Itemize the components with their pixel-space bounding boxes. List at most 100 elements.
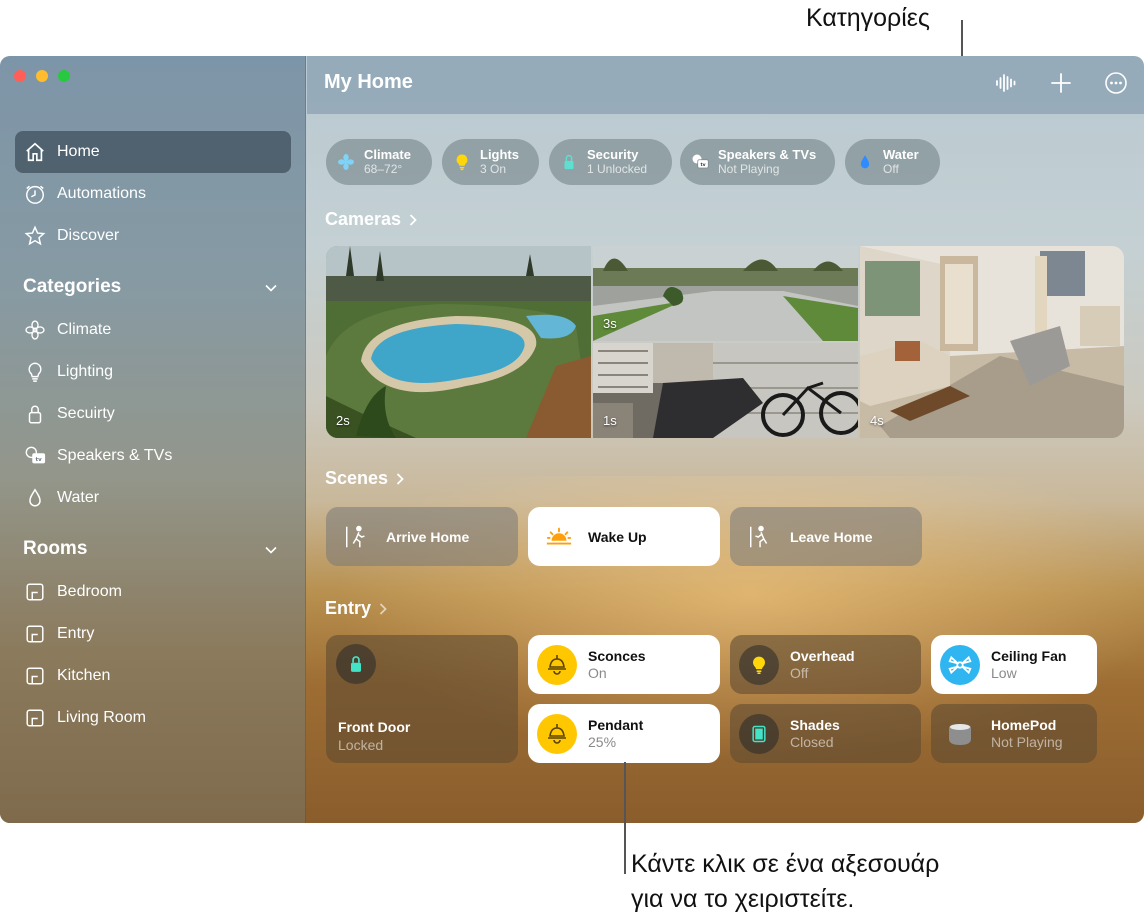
scene-arrive-home-button[interactable]: Arrive Home xyxy=(326,507,518,566)
sidebar-item-climate[interactable]: Climate xyxy=(15,309,291,351)
lightbulb-icon xyxy=(23,360,47,384)
status-pill-climate[interactable]: Climate 68–72° xyxy=(326,139,432,185)
accessory-tile-pendant[interactable]: Pendant 25% xyxy=(528,704,720,763)
house-icon xyxy=(23,140,47,164)
room-icon xyxy=(23,664,47,688)
lightbulb-icon xyxy=(739,644,779,685)
camera-feed-backyard[interactable]: 2s xyxy=(326,246,591,438)
pill-text: Speakers & TVs Not Playing xyxy=(718,147,816,177)
camera-feed-living-room[interactable]: 4s xyxy=(860,246,1124,438)
intercom-waveform-icon xyxy=(996,74,1016,92)
sidebar-item-bedroom[interactable]: Bedroom xyxy=(15,571,291,613)
sidebar-item-label: Home xyxy=(57,143,100,160)
scene-leave-home-button[interactable]: Leave Home xyxy=(730,507,922,566)
status-pill-speakers-tvs[interactable]: tv Speakers & TVs Not Playing xyxy=(680,139,835,185)
more-button[interactable] xyxy=(1103,70,1129,96)
sidebar-item-living-room[interactable]: Living Room xyxy=(15,697,291,739)
sidebar: Home Automations Discover Categories Cli… xyxy=(0,56,306,823)
drop-icon xyxy=(23,486,47,510)
accessory-tile-sconces[interactable]: Sconces On xyxy=(528,635,720,694)
rooms-heading[interactable]: Rooms xyxy=(23,538,87,560)
sidebar-item-automations[interactable]: Automations xyxy=(15,173,291,215)
add-button[interactable] xyxy=(1048,70,1074,96)
sidebar-item-water[interactable]: Water xyxy=(15,477,291,519)
accessory-text: Ceiling Fan Low xyxy=(991,648,1066,682)
lock-icon xyxy=(560,153,578,171)
sidebar-item-label: Climate xyxy=(57,321,112,338)
accessory-name: HomePod xyxy=(991,716,1057,733)
light-fixture-icon xyxy=(537,644,577,685)
lightbulb-icon xyxy=(453,153,471,171)
sidebar-item-label: Living Room xyxy=(57,709,146,726)
sidebar-item-speakers-tvs[interactable]: tv Speakers & TVs xyxy=(15,435,291,477)
pill-text: Security 1 Unlocked xyxy=(587,147,647,177)
entry-heading[interactable]: Entry xyxy=(325,598,389,619)
zoom-window-button[interactable] xyxy=(58,70,70,82)
drop-icon xyxy=(856,153,874,171)
accessory-state: Not Playing xyxy=(991,733,1063,750)
camera-timestamp: 2s xyxy=(336,413,350,428)
accessory-tile-shades[interactable]: Shades Closed xyxy=(730,704,921,763)
sidebar-item-discover[interactable]: Discover xyxy=(15,215,291,257)
cameras-heading[interactable]: Cameras xyxy=(325,209,419,230)
accessory-state: Off xyxy=(790,664,809,681)
status-pill-security[interactable]: Security 1 Unlocked xyxy=(549,139,672,185)
ceiling-fan-icon xyxy=(940,644,980,685)
accessory-name: Ceiling Fan xyxy=(991,647,1067,664)
shades-icon xyxy=(739,713,779,754)
accessory-state: Closed xyxy=(790,733,834,750)
sidebar-item-label: Water xyxy=(57,489,100,506)
camera-image-living-room xyxy=(860,246,1124,438)
camera-grid: 2s 3s 1s 4s xyxy=(326,246,1124,438)
close-window-button[interactable] xyxy=(14,70,26,82)
pill-title: Speakers & TVs xyxy=(718,147,817,162)
fan-icon xyxy=(23,318,47,342)
sidebar-item-home[interactable]: Home xyxy=(15,131,291,173)
sidebar-item-entry[interactable]: Entry xyxy=(15,613,291,655)
status-pill-water[interactable]: Water Off xyxy=(845,139,940,185)
accessory-text: Overhead Off xyxy=(790,648,855,682)
sidebar-item-security[interactable]: Secuirty xyxy=(15,393,291,435)
scene-label: Arrive Home xyxy=(386,528,470,545)
sunrise-icon xyxy=(544,522,574,552)
camera-feed-driveway[interactable]: 3s xyxy=(593,246,858,341)
status-pill-lights[interactable]: Lights 3 On xyxy=(442,139,539,185)
accessory-text: Pendant 25% xyxy=(588,717,643,751)
lock-icon xyxy=(336,644,376,684)
camera-timestamp: 3s xyxy=(603,316,617,331)
minimize-window-button[interactable] xyxy=(36,70,48,82)
page-title: My Home xyxy=(324,71,413,93)
camera-feed-garage[interactable]: 1s xyxy=(593,343,858,438)
accessory-state: On xyxy=(588,664,607,681)
clock-icon xyxy=(23,182,47,206)
room-icon xyxy=(23,580,47,604)
sidebar-item-kitchen[interactable]: Kitchen xyxy=(15,655,291,697)
cameras-heading-label: Cameras xyxy=(325,209,402,229)
chevron-right-icon xyxy=(409,213,417,226)
chevron-down-icon[interactable] xyxy=(264,281,278,295)
tv-icon: tv xyxy=(691,153,709,171)
categories-heading[interactable]: Categories xyxy=(23,276,121,298)
pill-text: Water Off xyxy=(883,147,919,177)
accessory-name: Pendant xyxy=(588,716,644,733)
room-icon xyxy=(23,706,47,730)
accessory-text: Sconces On xyxy=(588,648,646,682)
accessory-name: Overhead xyxy=(790,647,855,664)
chevron-down-icon[interactable] xyxy=(264,543,278,557)
callout-accessory-line1: Κάντε κλικ σε ένα αξεσουάρ xyxy=(631,850,940,878)
scene-wake-up-button[interactable]: Wake Up xyxy=(528,507,720,566)
accessory-tile-front-door[interactable]: Front Door Locked xyxy=(326,635,518,763)
callout-accessory-line2: για να το χειριστείτε. xyxy=(631,885,855,913)
sidebar-item-lighting[interactable]: Lighting xyxy=(15,351,291,393)
light-fixture-icon xyxy=(537,713,577,754)
accessory-tile-overhead[interactable]: Overhead Off xyxy=(730,635,921,694)
camera-timestamp: 1s xyxy=(603,413,617,428)
intercom-button[interactable] xyxy=(993,70,1019,96)
accessory-tile-ceiling-fan[interactable]: Ceiling Fan Low xyxy=(931,635,1097,694)
scene-label: Wake Up xyxy=(588,528,647,545)
star-icon xyxy=(23,224,47,248)
home-app-window: Home Automations Discover Categories Cli… xyxy=(0,56,1144,823)
accessory-tile-homepod[interactable]: HomePod Not Playing xyxy=(931,704,1097,763)
sidebar-item-label: Lighting xyxy=(57,363,114,380)
scenes-heading[interactable]: Scenes xyxy=(325,468,406,489)
